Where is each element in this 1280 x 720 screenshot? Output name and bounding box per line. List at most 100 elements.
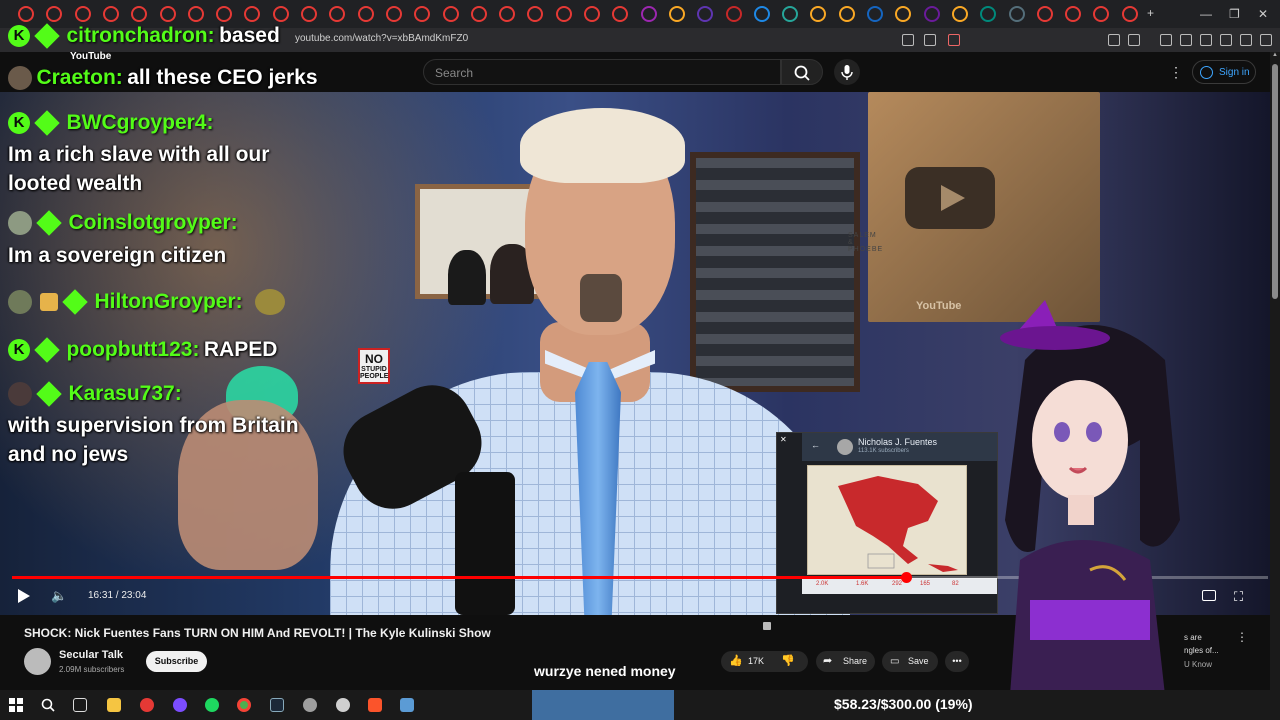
browser-tab[interactable] xyxy=(244,6,261,22)
browser-tab[interactable] xyxy=(18,6,34,22)
browser-tab[interactable] xyxy=(499,6,516,22)
vpn-icon[interactable] xyxy=(1240,34,1252,46)
browser-tab[interactable] xyxy=(442,6,459,22)
recommended-snippet[interactable]: s are xyxy=(1184,633,1202,642)
leo-icon[interactable] xyxy=(1220,34,1232,46)
chat-message: K citronchadron: based xyxy=(8,23,280,49)
brave-shield-icon[interactable] xyxy=(948,34,960,46)
screenshot-icon[interactable] xyxy=(1128,34,1140,46)
app-icon[interactable] xyxy=(303,698,317,712)
browser-tab[interactable] xyxy=(584,6,600,22)
save-button[interactable]: ▭ Save xyxy=(882,651,938,672)
browser-tab[interactable] xyxy=(753,6,770,22)
recommended-menu-icon[interactable]: ⋮ xyxy=(1236,630,1248,644)
steam-icon[interactable] xyxy=(270,698,284,712)
browser-tab[interactable] xyxy=(74,6,91,22)
browser-tab[interactable] xyxy=(668,6,685,22)
search-button[interactable] xyxy=(781,59,823,85)
browser-tab[interactable] xyxy=(272,6,289,22)
browser-tab[interactable] xyxy=(697,6,714,22)
url-text[interactable]: youtube.com/watch?v=xbBAmdKmFZ0 xyxy=(295,33,468,44)
like-icon[interactable]: 👍 xyxy=(729,651,743,672)
spotify-icon[interactable] xyxy=(205,698,219,712)
browser-tab[interactable] xyxy=(1065,6,1082,22)
browser-tab[interactable] xyxy=(385,6,402,22)
miniplayer-icon[interactable] xyxy=(763,622,771,630)
browser-tab[interactable] xyxy=(951,6,968,22)
discord-icon[interactable] xyxy=(173,698,187,712)
kick-icon: K xyxy=(8,25,30,47)
maximize-button[interactable]: ❐ xyxy=(1229,7,1240,21)
menu-icon[interactable] xyxy=(1260,34,1272,46)
dislike-icon[interactable]: 👎 xyxy=(781,651,795,672)
share-button[interactable]: ➦ Share xyxy=(816,651,875,672)
browser-tab[interactable] xyxy=(640,6,657,22)
wallet-icon[interactable] xyxy=(1200,34,1212,46)
browser-tab[interactable] xyxy=(131,6,148,22)
subscribe-button[interactable]: Subscribe xyxy=(146,651,207,672)
close-window-button[interactable]: ✕ xyxy=(1258,7,1268,21)
page-scrollbar[interactable]: ▲ xyxy=(1270,52,1280,690)
vtube-studio-icon[interactable] xyxy=(400,698,414,712)
browser-tab[interactable] xyxy=(414,6,431,22)
extensions-icon[interactable] xyxy=(1108,34,1120,46)
sign-in-button[interactable]: Sign in xyxy=(1192,60,1256,84)
browser-tab[interactable] xyxy=(216,6,233,22)
browser-tab[interactable] xyxy=(923,6,940,22)
task-view-icon[interactable] xyxy=(73,698,87,712)
file-explorer-icon[interactable] xyxy=(107,698,121,712)
browser-tab[interactable] xyxy=(159,6,176,22)
recommended-snippet[interactable]: ngles of... xyxy=(1184,646,1219,655)
recommended-snippet[interactable]: U Know xyxy=(1184,660,1212,669)
browser-tab[interactable] xyxy=(1093,6,1110,22)
search-taskbar-icon[interactable] xyxy=(41,698,55,712)
browser-tab[interactable] xyxy=(46,6,63,22)
browser-tab[interactable] xyxy=(301,6,317,22)
browser-tab[interactable] xyxy=(838,6,855,22)
windows-start-icon[interactable] xyxy=(9,698,23,712)
search-input[interactable]: Search xyxy=(423,59,781,85)
browser-tab[interactable] xyxy=(612,6,629,22)
browser-tab[interactable] xyxy=(527,6,544,22)
app-icon[interactable] xyxy=(336,698,350,712)
browser-tab[interactable] xyxy=(357,6,374,22)
scroll-up-icon[interactable]: ▲ xyxy=(1272,52,1278,58)
channel-name[interactable]: Secular Talk xyxy=(59,649,123,661)
sidebar-icon[interactable] xyxy=(1180,34,1192,46)
browser-tab[interactable] xyxy=(1121,6,1138,22)
volume-icon[interactable]: 🔈 xyxy=(51,588,67,604)
browser-tab[interactable] xyxy=(810,6,827,22)
browser-tab[interactable] xyxy=(867,6,883,22)
media-icon[interactable] xyxy=(1160,34,1172,46)
browser-tab[interactable] xyxy=(470,6,487,22)
scrollbar-thumb[interactable] xyxy=(1272,64,1278,299)
settings-kebab-icon[interactable]: ⋮ xyxy=(1169,64,1183,81)
chrome-icon[interactable] xyxy=(237,698,251,712)
browser-tab[interactable] xyxy=(725,6,742,22)
browser-tab[interactable] xyxy=(187,6,204,22)
browser-tab[interactable] xyxy=(329,6,346,22)
minimize-button[interactable]: — xyxy=(1200,7,1212,21)
theater-mode-icon[interactable] xyxy=(1202,590,1216,601)
browser-tab[interactable] xyxy=(102,6,119,22)
channel-avatar[interactable] xyxy=(24,648,51,675)
voice-search-button[interactable] xyxy=(834,59,860,85)
brave-icon[interactable] xyxy=(368,698,382,712)
youtube-logo[interactable]: YouTube xyxy=(70,51,111,62)
sign-caption: STUPID PEOPLE xyxy=(360,366,389,380)
browser-tab[interactable] xyxy=(782,6,799,22)
browser-tab[interactable] xyxy=(1036,6,1053,22)
play-icon[interactable] xyxy=(18,589,30,603)
share-page-icon[interactable] xyxy=(924,34,936,46)
browser-tab[interactable] xyxy=(1008,6,1025,22)
browser-tab[interactable] xyxy=(895,6,912,22)
app-icon[interactable] xyxy=(140,698,154,712)
install-icon[interactable] xyxy=(902,34,914,46)
telegram-channel-name: Nicholas J. Fuentes xyxy=(858,437,938,447)
like-count[interactable]: 17K xyxy=(748,651,764,672)
browser-tab[interactable] xyxy=(555,6,572,22)
more-actions-button[interactable]: ••• xyxy=(945,651,969,672)
fullscreen-icon[interactable]: ⛶ xyxy=(1234,589,1243,605)
browser-tab[interactable] xyxy=(980,6,997,22)
new-tab-button[interactable]: + xyxy=(1147,6,1154,20)
